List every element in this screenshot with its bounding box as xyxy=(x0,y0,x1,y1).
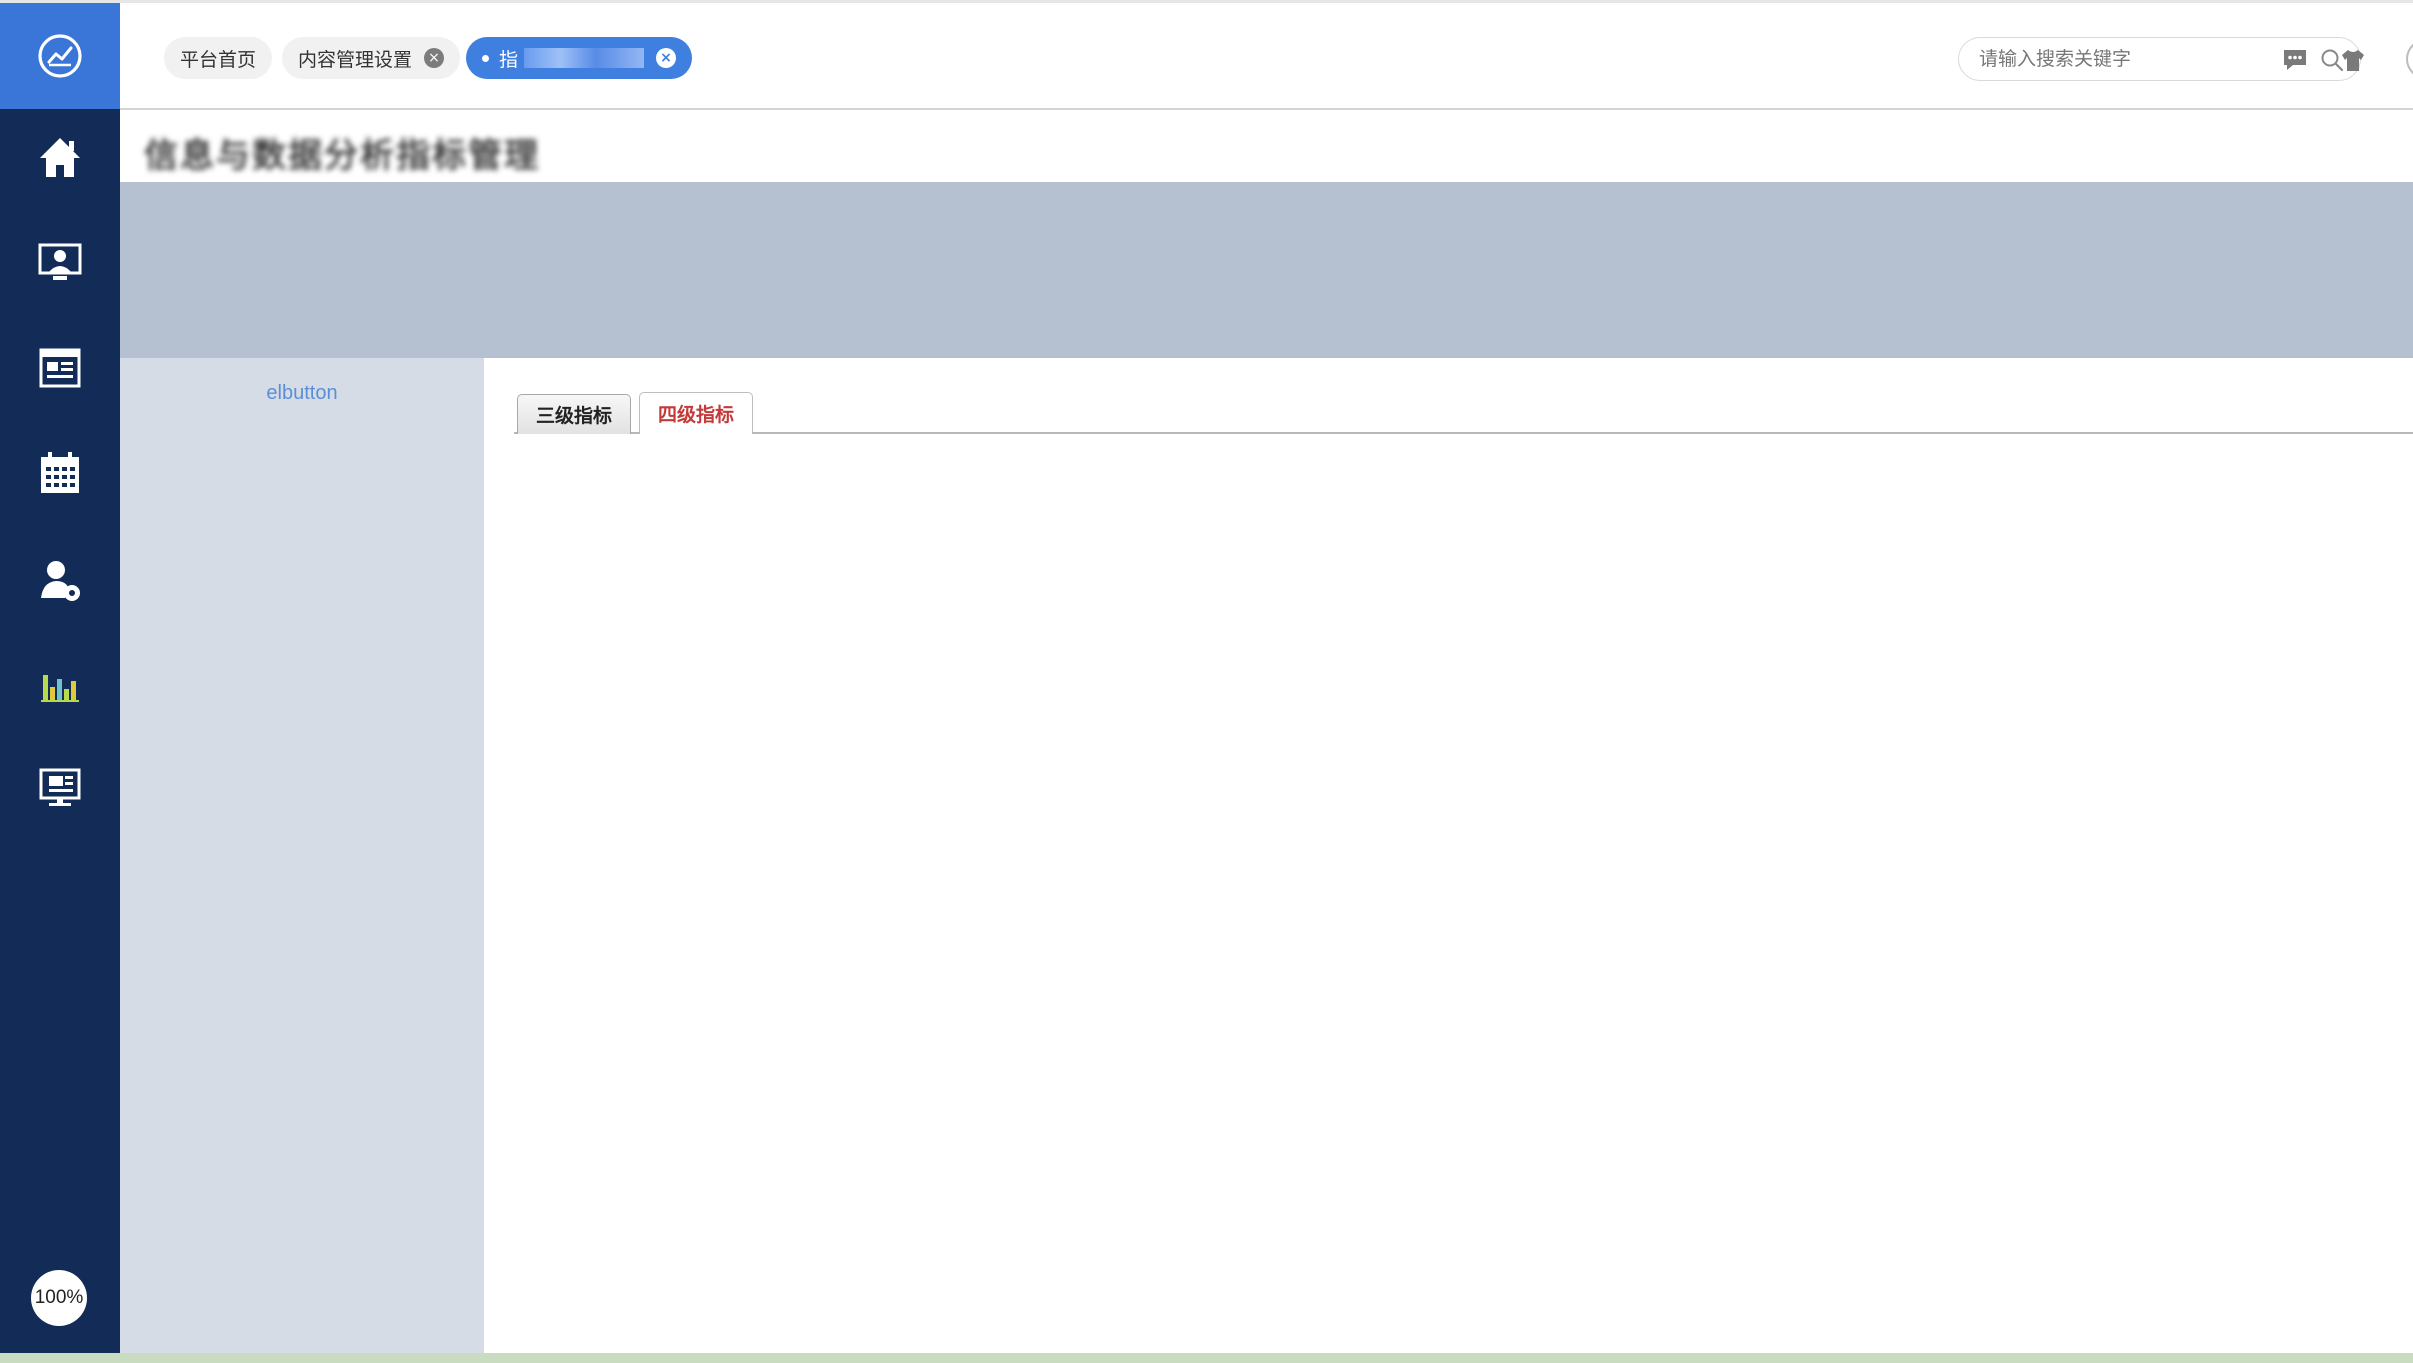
user-settings-icon xyxy=(41,561,80,601)
sidebar-item-statistics[interactable] xyxy=(0,646,120,726)
header: 平台首页 内容管理设置 × 指 × xyxy=(120,3,2413,110)
tab-platform-home[interactable]: 平台首页 xyxy=(164,37,273,79)
sidebar-item-calendar[interactable] xyxy=(0,433,120,513)
tab-label: 指 xyxy=(499,48,519,71)
tab-label: 内容管理设置 xyxy=(298,48,413,71)
calendar-icon xyxy=(41,452,79,493)
message-icon[interactable] xyxy=(2281,47,2309,73)
shirt-icon[interactable] xyxy=(2339,47,2367,73)
monitor-icon xyxy=(39,768,81,806)
banner xyxy=(120,182,2413,358)
sidebar-item-home[interactable] xyxy=(0,117,120,197)
sidebar-item-user-screen[interactable] xyxy=(0,223,120,303)
tab-level-3-indicators[interactable]: 三级指标 xyxy=(517,394,632,434)
zoom-indicator[interactable]: 100% xyxy=(31,1270,87,1326)
news-icon xyxy=(39,348,81,388)
search-input[interactable] xyxy=(1979,39,2319,79)
active-dot-icon xyxy=(482,54,489,62)
content-area: 三级指标 四级指标 xyxy=(484,358,2413,1353)
close-icon[interactable]: × xyxy=(656,48,677,68)
tab-active[interactable]: 指 × xyxy=(466,37,693,79)
tab-content-settings[interactable]: 内容管理设置 × xyxy=(282,37,461,79)
redacted-text xyxy=(524,48,645,68)
sidebar-item-news[interactable] xyxy=(0,328,120,408)
home-icon xyxy=(40,138,80,177)
tab-label: 三级指标 xyxy=(536,405,613,427)
logo[interactable] xyxy=(0,3,120,109)
tab-level-4-indicators[interactable]: 四级指标 xyxy=(639,392,754,434)
tab-label: 平台首页 xyxy=(180,48,257,71)
line-chart-logo-icon xyxy=(38,34,82,78)
elbutton[interactable]: elbutton xyxy=(120,382,484,405)
avatar[interactable] xyxy=(2406,39,2413,79)
bottom-strip xyxy=(0,1353,2413,1363)
tab-label: 四级指标 xyxy=(658,404,735,426)
left-panel: elbutton xyxy=(120,358,484,1353)
sidebar: 100% xyxy=(0,3,120,1353)
bar-chart-icon xyxy=(41,675,79,702)
tabs-divider xyxy=(514,432,2413,434)
sidebar-item-monitor[interactable] xyxy=(0,748,120,828)
close-icon[interactable]: × xyxy=(424,48,445,68)
user-screen-icon xyxy=(38,243,82,280)
page-title: 信息与数据分析指标管理 xyxy=(144,136,540,176)
sidebar-item-user-settings[interactable] xyxy=(0,541,120,621)
